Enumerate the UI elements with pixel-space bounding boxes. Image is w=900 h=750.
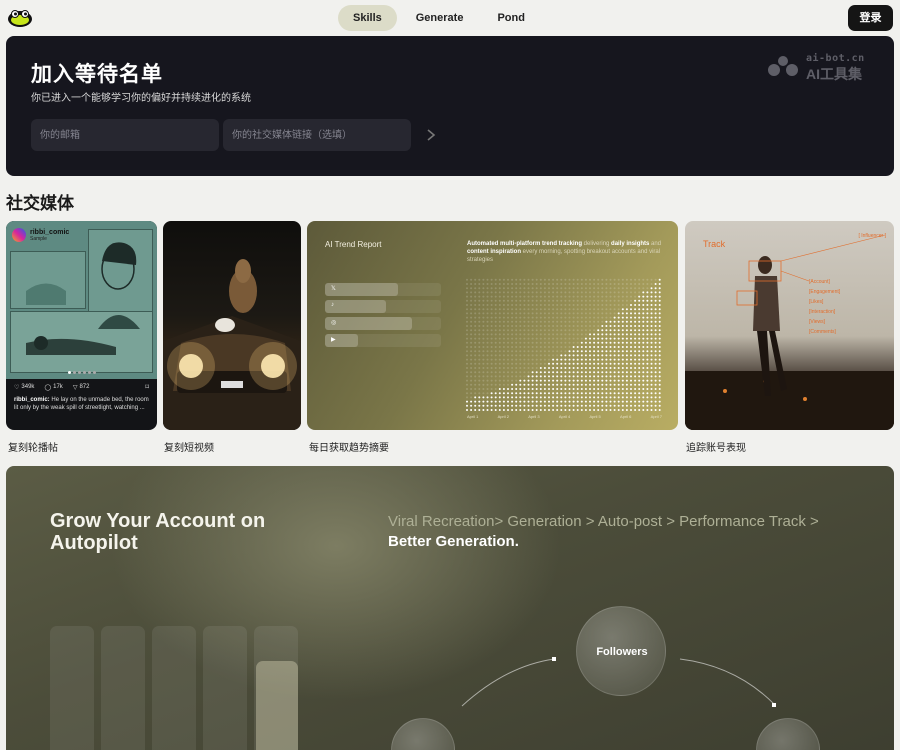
desc-part-b: delivering — [582, 241, 612, 247]
section-title: 社交媒体 — [6, 194, 74, 213]
desc-part-c: daily insights — [611, 241, 650, 247]
caption-username: ribbi_comic: — [14, 397, 50, 403]
followers-label: Followers — [596, 646, 648, 658]
card-label-video: 复刻短视频 — [164, 443, 214, 454]
post-subusername: Sample — [30, 235, 47, 242]
x-label: April 2 — [497, 414, 509, 419]
watermark-icon — [768, 56, 798, 76]
trend-x-axis: April 1 April 2 April 3 April 4 April 5 … — [467, 414, 662, 419]
track-metrics: [Account] [Engagement] [Likes] [Interact… — [809, 277, 840, 337]
metric-account: [Account] — [809, 279, 830, 285]
card-track-performance[interactable]: Track [ Influencer ] [Account] [Engageme… — [685, 221, 894, 430]
card-label-track: 追踪账号表现 — [686, 443, 746, 454]
waitlist-panel: 加入等待名单 你已进入一个能够学习你的偏好并持续进化的系统 ai-bot.cn … — [6, 36, 894, 176]
x-platform-icon: 𝕏 — [331, 286, 336, 292]
metric-likes: [Likes] — [809, 299, 824, 305]
share-icon: ▽ — [72, 385, 78, 391]
track-title: Track — [703, 239, 726, 249]
bookmark-icon: ⌑ — [145, 384, 149, 391]
metric-engagement: [Engagement] — [809, 289, 841, 295]
x-label: April 3 — [528, 414, 540, 419]
tab-pond[interactable]: Pond — [482, 5, 540, 31]
card-label-trend: 每日获取趋势摘要 — [309, 443, 389, 454]
post-stats: ♡ 349k ◯ 17k ▽ 872 — [14, 384, 89, 391]
carousel-dots — [68, 371, 96, 374]
instagram-avatar-icon — [12, 228, 26, 242]
waitlist-subtitle: 你已进入一个能够学习你的偏好并持续进化的系统 — [31, 93, 251, 104]
post-header: ribbi_comic Sample — [12, 228, 69, 242]
desc-part-d: and — [649, 241, 662, 247]
post-username: ribbi_comic — [30, 228, 70, 236]
desc-part-a: Automated multi-platform trend tracking — [467, 241, 583, 247]
card-label-carousel: 复刻轮播帖 — [8, 443, 58, 454]
x-label: April 1 — [467, 414, 479, 419]
desc-part-e: content inspiration — [467, 249, 521, 255]
influencer-tag: [ Influencer ] — [858, 233, 886, 239]
flow-arrows — [461, 657, 776, 707]
autopilot-section: Grow Your Account on Autopilot Viral Rec… — [6, 466, 894, 750]
heart-icon: ♡ — [14, 385, 20, 391]
watermark-domain: ai-bot.cn — [806, 53, 865, 64]
card-carousel-recreate[interactable]: ribbi_comic Sample ♡ 349k ◯ 17k ▽ 872 ⌑ rib… — [6, 221, 157, 430]
social-link-input[interactable] — [223, 119, 411, 151]
x-label: April 5 — [589, 414, 601, 419]
youtube-icon: ▶ — [331, 337, 336, 343]
trend-report-title: AI Trend Report — [325, 240, 382, 249]
main-nav-tabs: Skills Generate Pond — [338, 5, 540, 31]
tab-generate[interactable]: Generate — [401, 5, 479, 31]
email-input[interactable] — [31, 119, 219, 151]
comic-illustration — [26, 242, 140, 355]
comic-artwork: ribbi_comic Sample — [6, 221, 157, 379]
x-label: April 4 — [558, 414, 571, 419]
trend-report-description: Automated multi-platform trend tracking … — [467, 240, 662, 264]
comments-count: 17k — [53, 384, 63, 390]
top-navigation-bar: Skills Generate Pond 登录 — [0, 0, 900, 36]
x-label: April 7 — [650, 414, 662, 419]
tab-skills[interactable]: Skills — [338, 5, 397, 31]
login-button[interactable]: 登录 — [848, 5, 893, 31]
trend-dot-grid — [466, 278, 661, 411]
instagram-icon: ◎ — [331, 320, 337, 326]
metric-interaction: [Interaction] — [809, 309, 836, 315]
card-video-recreate[interactable] — [163, 221, 301, 430]
video-thumbnail — [163, 259, 301, 430]
post-caption: ribbi_comic: He lay on the unmade bed, t… — [14, 396, 152, 412]
shares-count: 872 — [79, 384, 90, 390]
followers-node: Followers — [576, 606, 666, 696]
likes-count: 349k — [21, 384, 35, 390]
x-label: April 6 — [620, 414, 632, 419]
metric-comments: [Comments] — [809, 329, 836, 335]
frog-logo-icon[interactable] — [7, 8, 33, 28]
card-trend-report[interactable]: AI Trend Report 𝕏 ♪ ◎ ▶ Automated multi-… — [307, 221, 678, 430]
track-photo — [685, 234, 894, 430]
watermark-logo: ai-bot.cn AI工具集 — [766, 51, 876, 83]
waitlist-title: 加入等待名单 — [31, 63, 163, 86]
watermark-name: AI工具集 — [806, 66, 862, 82]
tiktok-icon: ♪ — [331, 302, 334, 308]
chevron-right-icon[interactable] — [424, 125, 438, 145]
metric-views: [Views] — [809, 319, 826, 325]
comment-icon: ◯ — [44, 385, 52, 391]
